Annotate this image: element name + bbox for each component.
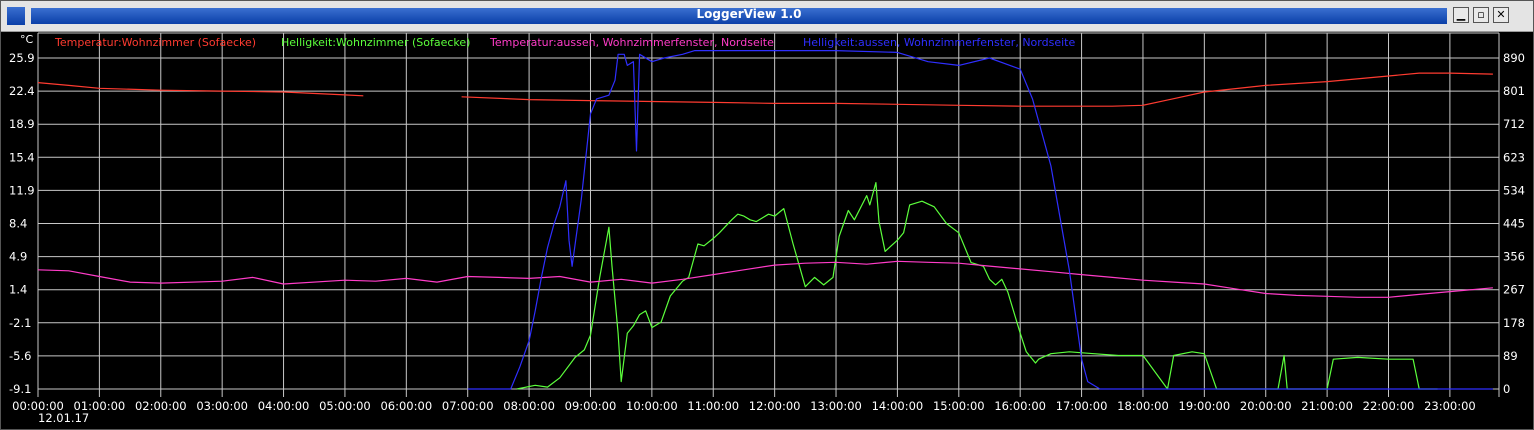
right-tick-label: 89 [1503, 349, 1518, 363]
right-tick-label: 178 [1503, 316, 1525, 330]
x-tick-label: 12:00:00 [749, 399, 801, 413]
right-tick-label: 801 [1503, 84, 1525, 98]
left-tick-label: 25.9 [9, 51, 35, 65]
date-label: 12.01.17 [38, 411, 89, 425]
left-tick-label: 22.4 [9, 84, 35, 98]
right-tick-label: 890 [1503, 51, 1525, 65]
x-tick-label: 16:00:00 [994, 399, 1046, 413]
series-line [37, 260, 1493, 298]
left-tick-label: 4.9 [9, 250, 27, 264]
x-tick-label: 03:00:00 [196, 399, 248, 413]
x-tick-label: 09:00:00 [565, 399, 617, 413]
x-tick-label: 18:00:00 [1117, 399, 1169, 413]
maximize-button[interactable]: ▫ [1473, 7, 1489, 23]
left-tick-label: 15.4 [9, 150, 35, 164]
left-tick-label: -2.1 [9, 316, 31, 330]
minimize-button[interactable]: ▁ [1453, 7, 1469, 23]
x-tick-label: 07:00:00 [442, 399, 494, 413]
title-bar[interactable]: LoggerView 1.0 ▁ ▫ ✕ [1, 1, 1533, 32]
x-tick-label: 23:00:00 [1424, 399, 1476, 413]
x-tick-label: 22:00:00 [1363, 399, 1415, 413]
x-tick-label: 19:00:00 [1179, 399, 1231, 413]
series-layer [37, 50, 1493, 390]
left-tick-label: -5.6 [9, 349, 31, 363]
x-tick-label: 08:00:00 [503, 399, 555, 413]
x-tick-label: 13:00:00 [810, 399, 862, 413]
window-menu-icon[interactable] [7, 7, 25, 25]
close-button[interactable]: ✕ [1493, 7, 1509, 23]
x-tick-label: 17:00:00 [1056, 399, 1108, 413]
x-tick-label: 15:00:00 [933, 399, 985, 413]
right-tick-label: 623 [1503, 150, 1525, 164]
x-tick-label: 10:00:00 [626, 399, 678, 413]
x-tick-label: 11:00:00 [687, 399, 739, 413]
x-tick-label: 04:00:00 [258, 399, 310, 413]
x-tick-label: 20:00:00 [1240, 399, 1292, 413]
right-tick-label: 445 [1503, 217, 1525, 231]
right-tick-label: 712 [1503, 117, 1525, 131]
legend-entry: Temperatur:aussen, Wohnzimmerfenster, No… [489, 36, 774, 49]
x-tick-label: 05:00:00 [319, 399, 371, 413]
series-line [37, 82, 364, 97]
chart-legend: Temperatur:Wohnzimmer (Sofaecke) Helligke… [54, 36, 1075, 49]
left-tick-label: 18.9 [9, 117, 35, 131]
left-tick-label: 8.4 [9, 217, 27, 231]
chart-grid [37, 32, 1500, 397]
right-tick-label: 534 [1503, 183, 1525, 197]
legend-entry: Temperatur:Wohnzimmer (Sofaecke) [54, 36, 256, 49]
x-tick-label: 02:00:00 [135, 399, 187, 413]
x-tick-label: 21:00:00 [1301, 399, 1353, 413]
logger-window: LoggerView 1.0 ▁ ▫ ✕ Temperatur:Wohnzimm… [0, 0, 1534, 430]
series-line [461, 72, 1493, 107]
x-tick-label: 14:00:00 [872, 399, 924, 413]
x-tick-label: 06:00:00 [380, 399, 432, 413]
logger-chart: Temperatur:Wohnzimmer (Sofaecke) Helligke… [9, 32, 1525, 425]
y-unit-label: °C [20, 33, 34, 46]
window-title: LoggerView 1.0 [696, 7, 802, 21]
right-tick-label: 267 [1503, 283, 1525, 297]
right-tick-label: 0 [1503, 382, 1510, 396]
left-tick-label: -9.1 [9, 382, 31, 396]
legend-entry: Helligkeit:aussen, Wohnzimmerfenster, No… [803, 36, 1075, 49]
right-tick-label: 356 [1503, 250, 1525, 264]
legend-entry: Helligkeit:Wohnzimmer (Sofaecke) [281, 36, 470, 49]
left-tick-label: 11.9 [9, 183, 35, 197]
series-line [516, 182, 1438, 390]
left-tick-label: 1.4 [9, 283, 27, 297]
